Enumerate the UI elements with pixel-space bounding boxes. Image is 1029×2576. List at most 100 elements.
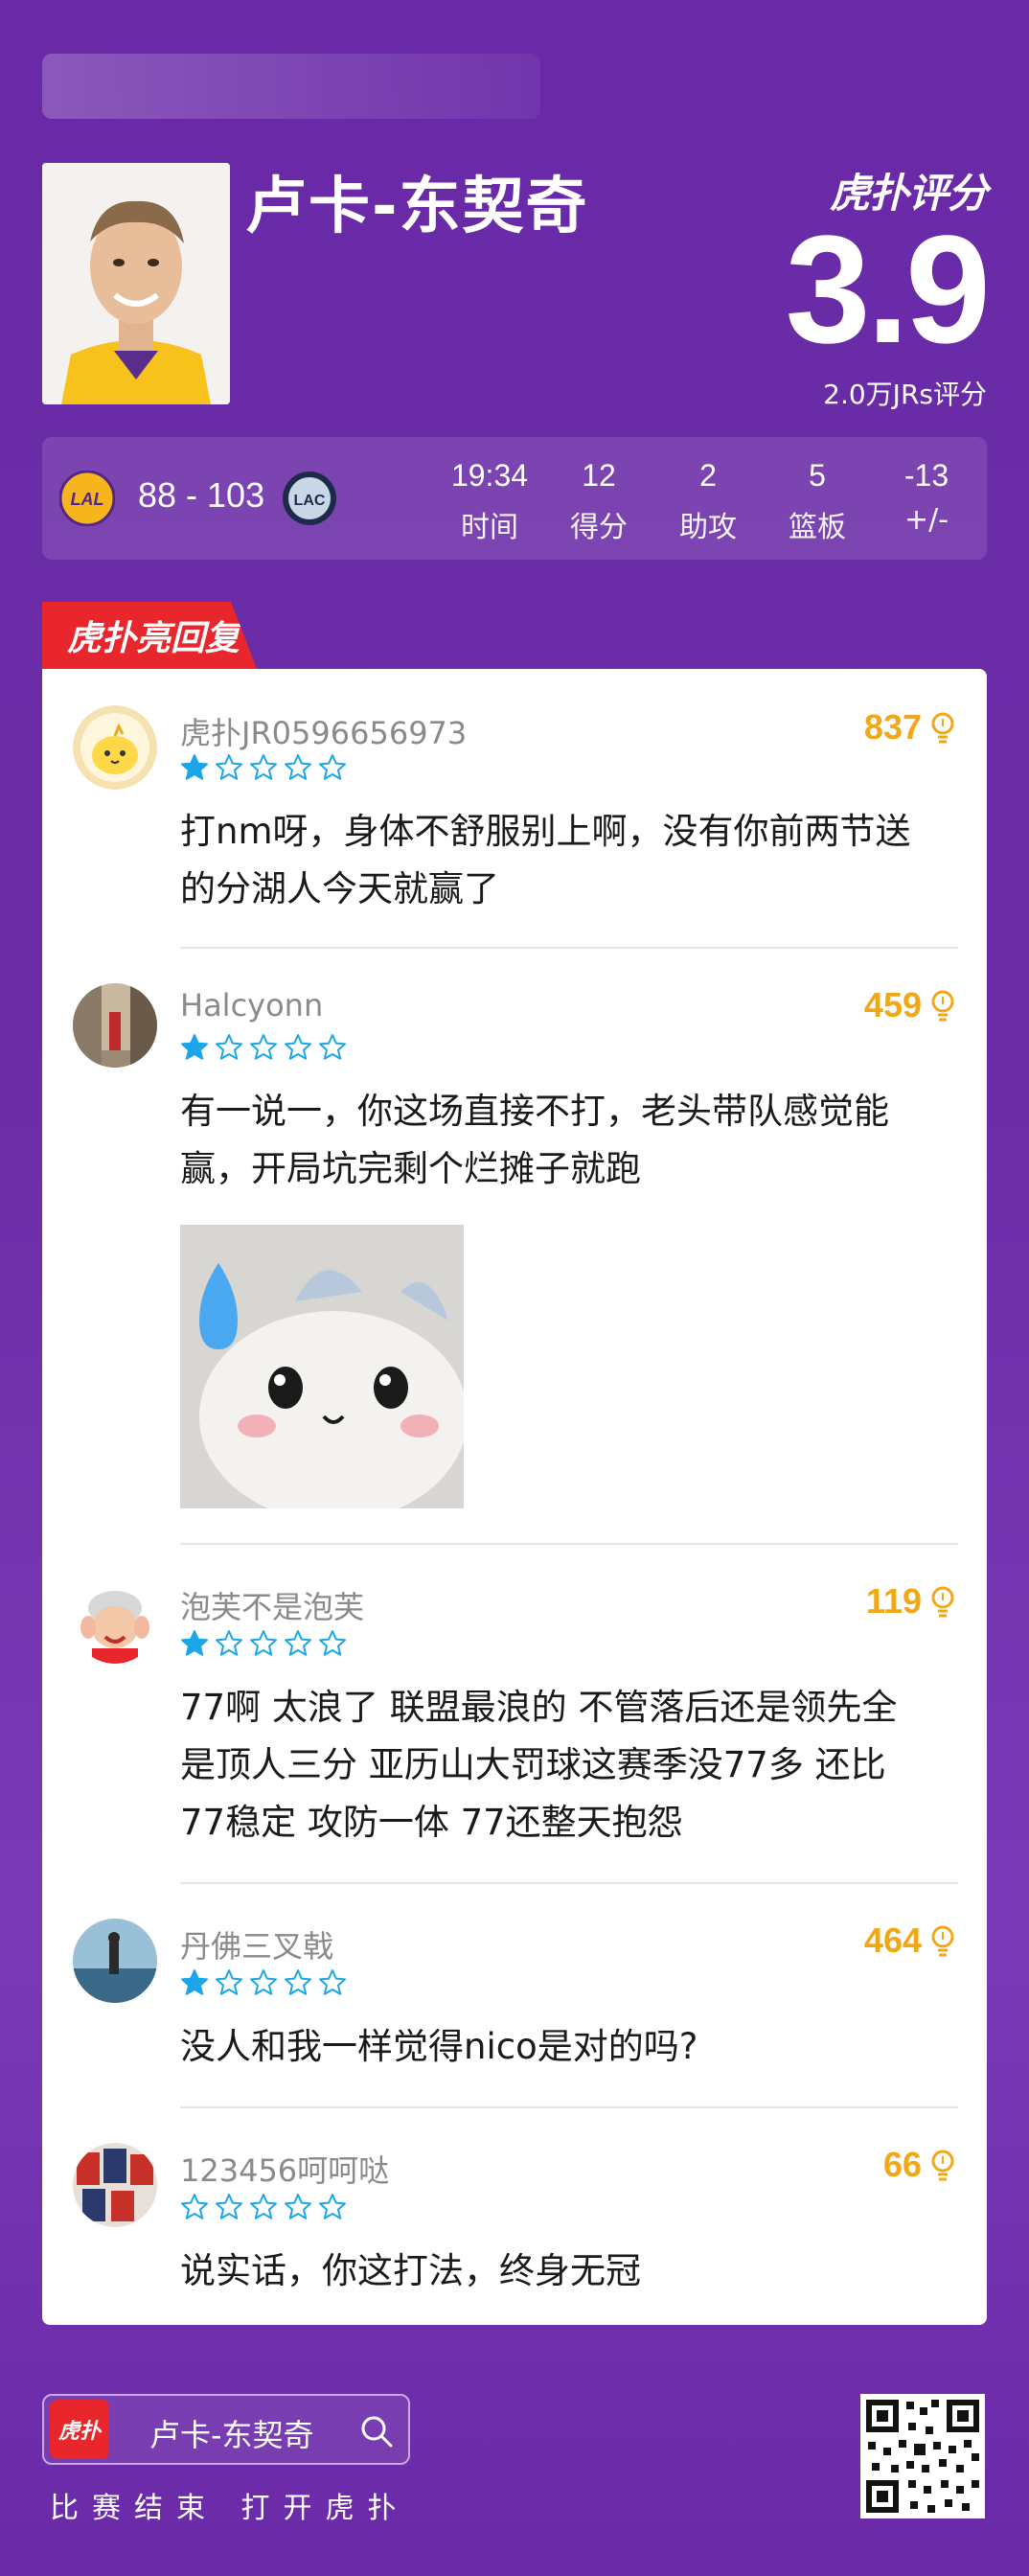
star-empty-icon — [285, 1630, 311, 1656]
divider — [180, 1882, 958, 1884]
star-empty-icon — [319, 1969, 346, 1995]
stat-value: 2 — [699, 458, 717, 493]
player-rating-score: 3.9 — [785, 203, 991, 375]
star-empty-icon — [250, 1630, 277, 1656]
stat-label: +/- — [903, 503, 949, 537]
highlight-replies-tag: 虎扑亮回复 — [42, 602, 257, 669]
user-avatar[interactable] — [73, 2143, 157, 2227]
star-empty-icon — [285, 1969, 311, 1995]
comment-line: 77啊 太浪了 联盟最浪的 不管落后还是领先全 — [180, 1687, 898, 1728]
star-empty-icon — [285, 1034, 311, 1060]
like-count: 459 — [863, 985, 922, 1024]
comment-username[interactable]: 虎扑JR0596656973 — [180, 709, 467, 753]
stat-value: -13 — [903, 458, 949, 493]
star-empty-icon — [285, 754, 311, 780]
stat-assists: 2 助攻 — [655, 458, 761, 545]
comment-likes[interactable]: 66 — [883, 2145, 956, 2185]
comment-line: 打nm呀，身体不舒服别上啊，没有你前两节送 — [180, 811, 911, 852]
star-empty-icon — [319, 1034, 346, 1060]
comment-likes[interactable]: 837 — [864, 707, 956, 748]
comment-username[interactable]: 123456呵呵哒 — [180, 2147, 389, 2191]
star-rating — [180, 2193, 347, 2221]
star-filled-icon — [181, 754, 208, 780]
star-empty-icon — [250, 1034, 277, 1060]
stat-plus-minus: -13 +/- — [874, 458, 979, 537]
star-empty-icon — [250, 1969, 277, 1995]
stat-rebounds: 5 篮板 — [765, 458, 870, 545]
star-rating — [180, 1033, 347, 1062]
divider — [180, 2106, 958, 2108]
clippers-logo-icon: LAC — [282, 471, 337, 526]
star-empty-icon — [319, 1630, 346, 1656]
lightbulb-icon — [931, 2150, 954, 2181]
user-avatar[interactable] — [73, 983, 157, 1068]
comment-username[interactable]: 丹佛三叉戟 — [180, 1922, 333, 1966]
like-count: 837 — [863, 707, 922, 747]
comment-sticker-image[interactable] — [180, 1225, 464, 1508]
star-rating — [180, 1968, 347, 1997]
star-empty-icon — [285, 2194, 311, 2220]
stat-value: 12 — [582, 458, 616, 493]
comment-line: 有一说一，你这场直接不打，老头带队感觉能 — [180, 1091, 889, 1132]
comment-line: 没人和我一样觉得nico是对的吗? — [180, 2026, 698, 2067]
comment-likes[interactable]: 459 — [864, 985, 956, 1025]
star-empty-icon — [250, 754, 277, 780]
star-empty-icon — [216, 1630, 242, 1656]
comment-text: 有一说一，你这场直接不打，老头带队感觉能 赢，开局坑完剩个烂摊子就跑 — [180, 1083, 947, 1198]
lightbulb-icon — [931, 1586, 954, 1618]
stat-value: 19:34 — [450, 458, 529, 493]
app-search-box[interactable]: 虎扑 卢卡-东契奇 — [42, 2394, 410, 2465]
comments-card: 虎扑JR0596656973 837 打nm呀，身体不舒服别上啊，没有你前两节送… — [42, 669, 987, 2325]
star-empty-icon — [216, 1034, 242, 1060]
comment-text: 打nm呀，身体不舒服别上啊，没有你前两节送 的分湖人今天就赢了 — [180, 803, 947, 918]
user-avatar[interactable] — [73, 1919, 157, 2003]
comment-likes[interactable]: 464 — [864, 1920, 956, 1961]
comment-line: 赢，开局坑完剩个烂摊子就跑 — [180, 1148, 641, 1189]
comment-line: 说实话，你这打法，终身无冠 — [180, 2250, 641, 2291]
star-empty-icon — [216, 754, 242, 780]
rating-count: 2.0万JRs评分 — [823, 379, 987, 410]
search-query: 卢卡-东契奇 — [149, 2417, 314, 2453]
stat-minutes: 19:34 时间 — [437, 458, 542, 545]
player-photo — [42, 163, 230, 404]
search-icon — [361, 2416, 393, 2448]
player-name: 卢卡-东契奇 — [245, 172, 589, 242]
comment-text: 77啊 太浪了 联盟最浪的 不管落后还是领先全 是顶人三分 亚历山大罚球这赛季没… — [180, 1679, 947, 1852]
divider — [180, 947, 958, 949]
star-empty-icon — [319, 754, 346, 780]
stat-label: 助攻 — [679, 511, 737, 544]
comment-text: 说实话，你这打法，终身无冠 — [180, 2242, 947, 2300]
blurred-header-banner — [42, 54, 540, 119]
lightbulb-icon — [931, 1925, 954, 1957]
like-count: 119 — [865, 1581, 922, 1621]
star-rating — [180, 753, 347, 782]
star-rating — [180, 1629, 347, 1658]
user-avatar[interactable] — [73, 705, 157, 790]
game-summary-bar: LAL 88 - 103 LAC 19:34 时间 12 得分 2 助攻 5 篮… — [42, 437, 987, 560]
star-filled-icon — [181, 1969, 208, 1995]
lightbulb-icon — [931, 712, 954, 744]
user-avatar[interactable] — [73, 1579, 157, 1664]
comment-line: 的分湖人今天就赢了 — [180, 868, 499, 909]
stat-label: 得分 — [570, 511, 628, 544]
comment-username[interactable]: Halcyonn — [180, 987, 323, 1024]
stat-label: 时间 — [461, 511, 518, 544]
open-app-cta: 比赛结束 打开虎扑 — [50, 2492, 410, 2525]
stat-points: 12 得分 — [546, 458, 652, 545]
comment-likes[interactable]: 119 — [866, 1581, 956, 1622]
comment-line: 是顶人三分 亚历山大罚球这赛季没77多 还比 — [180, 1744, 886, 1785]
star-filled-icon — [181, 1034, 208, 1060]
like-count: 66 — [882, 2145, 922, 2184]
comment-username[interactable]: 泡芙不是泡芙 — [180, 1583, 364, 1627]
final-score: 88 - 103 — [138, 475, 265, 515]
lightbulb-icon — [931, 990, 954, 1022]
stat-label: 篮板 — [789, 511, 846, 544]
svg-text:LAC: LAC — [294, 493, 326, 509]
divider — [180, 1543, 958, 1545]
like-count: 464 — [863, 1920, 922, 1960]
comment-text: 没人和我一样觉得nico是对的吗? — [180, 2018, 947, 2076]
star-empty-icon — [319, 2194, 346, 2220]
star-empty-icon — [181, 2194, 208, 2220]
stat-value: 5 — [809, 458, 826, 493]
star-empty-icon — [216, 2194, 242, 2220]
